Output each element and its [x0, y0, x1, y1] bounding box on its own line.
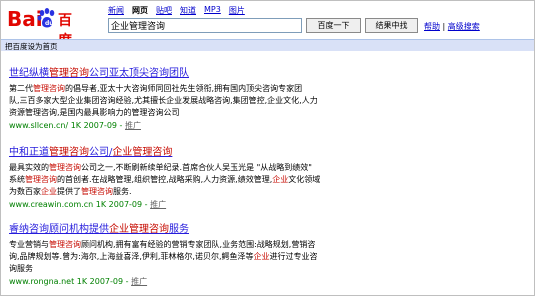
snippet-highlight: 管理咨询 — [49, 240, 81, 249]
result-title-link[interactable]: 中和正道管理咨询公司/企业管理咨询 — [9, 143, 529, 158]
url-separator: - — [142, 200, 151, 209]
set-homepage-link[interactable]: 把百度设为首页 — [5, 41, 58, 52]
search-result: 世纪纵横管理咨询公司亚太顶尖咨询团队 第二代管理咨询的倡导者,亚太十大咨询师同回… — [9, 64, 529, 131]
tab-web[interactable]: 网页 — [132, 5, 148, 16]
set-homepage-bar: 把百度设为首页 — [1, 39, 534, 51]
snippet-highlight: 企业 — [41, 187, 57, 196]
link-separator: | — [442, 22, 446, 31]
search-result: 睿纳咨询顾问机构提供企业管理咨询服务 专业营销与管理咨询顾问机构,拥有富有经验的… — [9, 220, 529, 287]
result-snippet: 第二代管理咨询的倡导者,亚太十大咨询师同回社先生领衔,拥有国内顶尖咨询专家团 队… — [9, 83, 529, 119]
promo-link[interactable]: 推广 — [131, 277, 147, 286]
result-title-link[interactable]: 世纪纵横管理咨询公司亚太顶尖咨询团队 — [9, 64, 529, 79]
search-button[interactable]: 百度一下 — [306, 18, 361, 33]
snippet-text: 为数百家 — [9, 187, 41, 196]
snippet-highlight: 管理咨询 — [81, 187, 113, 196]
snippet-text: 进行过专业咨 — [269, 252, 318, 261]
result-title-highlight: 企业管理咨询 — [112, 147, 173, 158]
tab-tieba[interactable]: 贴吧 — [156, 5, 172, 16]
tab-news[interactable]: 新闻 — [108, 5, 124, 16]
result-title-link[interactable]: 睿纳咨询顾问机构提供企业管理咨询服务 — [9, 220, 529, 235]
url-separator: - — [123, 277, 132, 286]
result-title-text: 世纪纵横 — [9, 68, 49, 79]
snippet-text: 的首创者.在战略管理,组织管控,战略采购,人力资源,绩效管理, — [57, 175, 273, 184]
snippet-text: 队,三百多家大型企业集团咨询经验,尤其擅长企业发展战略咨询,集团管控,企业文化,… — [9, 96, 318, 105]
help-link[interactable]: 帮助 — [424, 22, 440, 31]
result-url: www.sllcen.cn/ 1K 2007-09 - 推广 — [9, 120, 529, 131]
tab-images[interactable]: 图片 — [229, 5, 245, 16]
result-snippet: 最具实效的管理咨询公司之一,不断刷新续单纪录.首席合伙人吴玉光是 "从战略到绩效… — [9, 162, 529, 198]
baidu-logo[interactable]: Bai du 百度 — [5, 6, 85, 49]
snippet-text: 资源管理咨询,是国内最具影响力的管理咨询公司 — [9, 108, 180, 117]
snippet-text: 询,品牌规划等.曾为:海尔,上海益喜泽,伊利,菲林格尔,诺贝尔,鳄鱼泽等 — [9, 252, 254, 261]
search-tabs: 新闻 网页 贴吧 知道 MP3 图片 — [108, 5, 245, 16]
snippet-text: 最具实效的 — [9, 163, 49, 172]
paw-icon: du — [37, 8, 55, 28]
snippet-highlight: 企业 — [253, 252, 270, 261]
promo-link[interactable]: 推广 — [125, 121, 141, 130]
result-title-highlight: 管理咨询 — [49, 68, 89, 79]
result-title-highlight: 企业管理咨询 — [109, 224, 169, 235]
svg-text:du: du — [45, 20, 54, 27]
result-title-highlight: 管理咨询 — [49, 147, 89, 158]
snippet-text: 提供了 — [57, 187, 81, 196]
snippet-text: 文化领域 — [288, 175, 321, 184]
advanced-search-link[interactable]: 高级搜索 — [448, 22, 480, 31]
result-url-text: www.creawin.com.cn 1K 2007-09 — [9, 200, 143, 209]
snippet-highlight: 管理咨询 — [49, 163, 81, 172]
snippet-text: 询服务 — [9, 264, 33, 273]
result-title-text: 睿纳咨询顾问机构提供 — [9, 224, 109, 235]
promo-link[interactable]: 推广 — [150, 200, 166, 209]
result-url: www.rongna.net 1K 2007-09 - 推广 — [9, 276, 529, 287]
snippet-highlight: 管理咨询 — [25, 175, 57, 184]
snippet-text: 服务. — [113, 187, 132, 196]
snippet-highlight: 企业 — [272, 175, 289, 184]
search-result: 中和正道管理咨询公司/企业管理咨询 最具实效的管理咨询公司之一,不断刷新续单纪录… — [9, 143, 529, 210]
result-snippet: 专业营销与管理咨询顾问机构,拥有富有经验的营销专家团队,业务范围:战略规划,营销… — [9, 239, 529, 275]
snippet-highlight: 管理咨询 — [33, 84, 65, 93]
search-input[interactable] — [108, 18, 302, 33]
snippet-text: 专业营销与 — [9, 240, 49, 249]
result-url-text: www.sllcen.cn/ 1K 2007-09 — [9, 121, 117, 130]
snippet-text: 的倡导者,亚太十大咨询师同回社先生领衔,拥有国内顶尖咨询专家团 — [65, 84, 303, 93]
tab-zhidao[interactable]: 知道 — [180, 5, 196, 16]
help-links: 帮助 | 高级搜索 — [424, 21, 480, 32]
result-url: www.creawin.com.cn 1K 2007-09 - 推广 — [9, 199, 529, 210]
result-title-text: 服务 — [169, 224, 189, 235]
result-title-text: 公司亚太顶尖咨询团队 — [89, 68, 189, 79]
result-title-text: 公司/ — [89, 147, 113, 158]
snippet-text: 顾问机构,拥有富有经验的营销专家团队,业务范围:战略规划,营销咨 — [81, 240, 316, 249]
snippet-text: 第二代 — [9, 84, 33, 93]
result-title-text: 中和正道 — [9, 147, 49, 158]
search-within-results-button[interactable]: 结果中找 — [365, 18, 418, 33]
url-separator: - — [117, 121, 125, 130]
result-url-text: www.rongna.net 1K 2007-09 — [9, 277, 124, 286]
tab-mp3[interactable]: MP3 — [204, 5, 221, 16]
snippet-text: 系统 — [9, 175, 25, 184]
snippet-text: 公司之一,不断刷新续单纪录.首席合伙人吴玉光是 "从战略到绩效" — [81, 163, 312, 172]
